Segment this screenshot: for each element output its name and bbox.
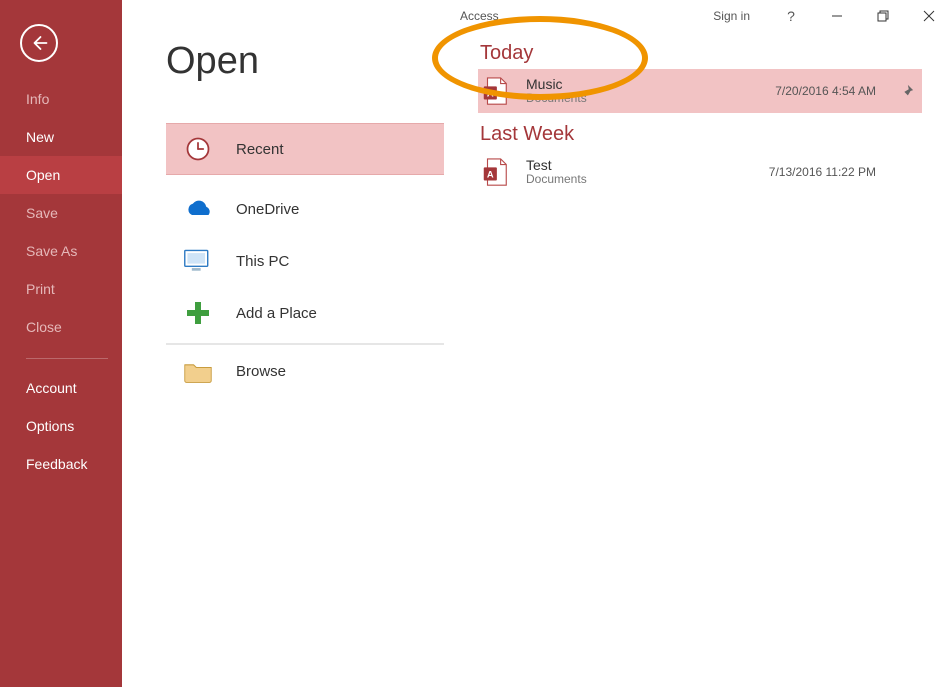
sidebar-item-account[interactable]: Account	[0, 369, 122, 407]
backstage-main: Access Sign in ? Open Recent	[122, 0, 952, 687]
svg-text:A: A	[487, 89, 494, 99]
back-button[interactable]	[20, 24, 58, 62]
restore-button[interactable]	[860, 0, 906, 32]
recent-clock-icon	[180, 135, 216, 163]
access-file-icon: A	[480, 157, 510, 187]
add-place-plus-icon	[180, 300, 216, 326]
file-name: Test	[526, 157, 587, 173]
location-divider	[166, 343, 444, 345]
back-arrow-icon	[30, 34, 48, 52]
pin-icon	[900, 84, 914, 98]
sidebar-item-info[interactable]: Info	[0, 80, 122, 118]
recent-file-item[interactable]: A Test Documents 7/13/2016 11:22 PM	[478, 150, 922, 194]
location-label: OneDrive	[236, 201, 299, 218]
recent-file-item[interactable]: A Music Documents 7/20/2016 4:54 AM	[478, 69, 922, 113]
file-date: 7/13/2016 11:22 PM	[769, 165, 876, 179]
onedrive-cloud-icon	[180, 199, 216, 219]
sidebar-item-print[interactable]: Print	[0, 270, 122, 308]
recent-group-header: Today	[478, 42, 922, 65]
location-add-place[interactable]: Add a Place	[166, 287, 444, 339]
location-recent[interactable]: Recent	[166, 123, 444, 175]
sidebar-item-new[interactable]: New	[0, 118, 122, 156]
recent-files-list: Today A Music Documents 7/20/2016 4:54 A…	[478, 40, 952, 687]
sidebar-label: New	[26, 129, 54, 145]
location-label: This PC	[236, 253, 289, 270]
file-date: 7/20/2016 4:54 AM	[775, 84, 876, 98]
sidebar-label: Save As	[26, 243, 77, 259]
sidebar-label: Close	[26, 319, 62, 335]
file-path: Documents	[526, 173, 587, 187]
svg-text:A: A	[487, 170, 494, 180]
sign-in-link[interactable]: Sign in	[713, 9, 750, 23]
sidebar-label: Account	[26, 380, 77, 396]
sidebar-item-save[interactable]: Save	[0, 194, 122, 232]
file-name: Music	[526, 76, 587, 92]
location-onedrive[interactable]: OneDrive	[166, 183, 444, 235]
page-heading: Open	[166, 40, 444, 95]
access-file-icon: A	[480, 76, 510, 106]
restore-icon	[877, 10, 889, 22]
backstage-sidebar: Info New Open Save Save As Print Close A…	[0, 0, 122, 687]
app-title: Access	[460, 9, 499, 23]
location-label: Recent	[236, 141, 284, 158]
sidebar-item-feedback[interactable]: Feedback	[0, 445, 122, 483]
close-window-button[interactable]	[906, 0, 952, 32]
help-button[interactable]: ?	[768, 0, 814, 32]
minimize-button[interactable]	[814, 0, 860, 32]
sidebar-label: Open	[26, 167, 60, 183]
sidebar-label: Options	[26, 418, 74, 434]
sidebar-label: Print	[26, 281, 55, 297]
minimize-icon	[831, 10, 843, 22]
sidebar-label: Save	[26, 205, 58, 221]
browse-folder-icon	[180, 359, 216, 383]
location-browse[interactable]: Browse	[166, 349, 444, 393]
close-icon	[923, 10, 935, 22]
sidebar-item-save-as[interactable]: Save As	[0, 232, 122, 270]
location-this-pc[interactable]: This PC	[166, 235, 444, 287]
sidebar-label: Feedback	[26, 456, 87, 472]
pin-button[interactable]	[898, 84, 916, 98]
open-locations: Recent OneDrive This PC	[166, 123, 444, 393]
sidebar-item-options[interactable]: Options	[0, 407, 122, 445]
location-label: Add a Place	[236, 305, 317, 322]
sidebar-divider	[26, 358, 108, 359]
sidebar-label: Info	[26, 91, 49, 107]
titlebar: Access Sign in ?	[122, 0, 952, 32]
file-path: Documents	[526, 92, 587, 106]
sidebar-item-close[interactable]: Close	[0, 308, 122, 346]
location-label: Browse	[236, 363, 286, 380]
help-icon: ?	[787, 8, 795, 24]
this-pc-icon	[180, 248, 216, 274]
recent-group-header: Last Week	[478, 123, 922, 146]
sidebar-item-open[interactable]: Open	[0, 156, 122, 194]
